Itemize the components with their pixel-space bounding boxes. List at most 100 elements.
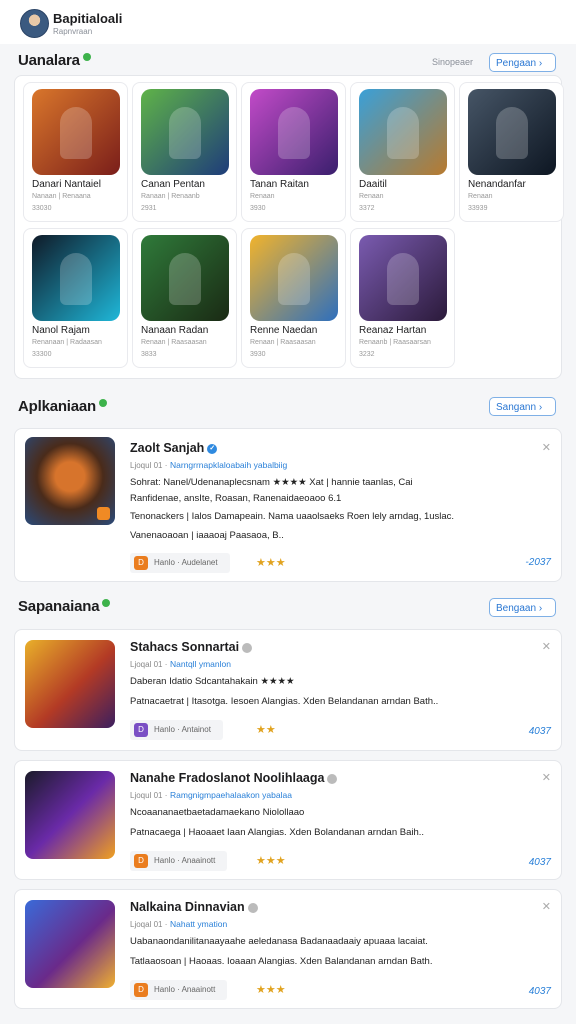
card-title-text: Nanahe Fradoslanot Noolihlaaga <box>130 771 325 785</box>
avatar[interactable] <box>20 9 49 38</box>
app-tile[interactable]: Reanaz Hartan Renaanb | Raasaarsan 3232 <box>350 228 455 368</box>
category-badge-label: Hanlo · Antainot <box>154 725 211 734</box>
category-icon: D <box>134 982 148 997</box>
tile-subtitle: Renanaan | Radaasan <box>32 339 102 346</box>
category-badge-label: Hanlo · Anaainott <box>154 856 216 865</box>
battle-game-icon <box>250 235 338 321</box>
tile-title: Danari Nantaiel <box>32 179 101 190</box>
app-tile[interactable]: Renne Naedan Renaan | Raasaasan 3930 <box>241 228 346 368</box>
app-tile[interactable]: Daaitil Renaan 3372 <box>350 82 455 222</box>
monster-game-icon <box>25 437 115 525</box>
category-icon: D <box>134 853 148 868</box>
soldiers-game-icon <box>141 89 229 175</box>
verified-icon <box>247 902 258 913</box>
card-meta: Ljoqul 01 · Ramgnigmpaehalaakon yabalaa <box>130 790 292 801</box>
character-shape <box>496 107 528 159</box>
card-number: 4037 <box>528 857 551 868</box>
app-card[interactable]: Stahacs Sonnartai Ljoqal 01 · Nantqll yma… <box>14 629 562 751</box>
rating-stars: ★★★ <box>256 984 286 996</box>
tile-count: 33300 <box>32 351 52 358</box>
app-card[interactable]: Nalkaina Dinnavian Ljoqal 01 · Nahatt yma… <box>14 889 562 1009</box>
tile-count: 33030 <box>32 205 52 212</box>
character-shape <box>387 107 419 159</box>
app-card[interactable]: Nanahe Fradoslanot Noolihlaaga Ljoqul 01 … <box>14 760 562 880</box>
section1-button[interactable]: Pengaan › <box>489 53 556 72</box>
robot-game-icon <box>468 89 556 175</box>
section2-button-label: Sangann <box>496 402 537 413</box>
character-shape <box>278 253 310 305</box>
category-badge[interactable]: D Hanlo · Anaainott <box>130 851 228 871</box>
card-meta-link[interactable]: Narngrrnapklaloabaih yabalbiig <box>170 460 287 470</box>
viking-game-icon <box>25 640 115 728</box>
see-all-link[interactable]: Sinopeaer <box>432 57 473 67</box>
user-subtitle: Rapnvraan <box>53 27 93 36</box>
card-meta-link[interactable]: Nahatt ymation <box>170 919 227 929</box>
card-line: Tenonackers | Ialos Damapeain. Nama uaao… <box>130 511 455 522</box>
card-title: Nalkaina Dinnavian <box>130 900 258 914</box>
card-meta-label: Ljoqul 01 · <box>130 791 168 800</box>
card-meta-label: Ljoqal 01 · <box>130 660 168 669</box>
category-badge[interactable]: D Hanlo · Antainot <box>130 720 223 740</box>
card-line: Tatlaaosoan | Haoaas. Ioaaan Alangias. X… <box>130 956 433 967</box>
tile-subtitle: Ranaan | Renaanb <box>141 193 200 200</box>
close-icon[interactable]: ✕ <box>542 771 551 784</box>
app-tile[interactable]: Nanaan Radan Renaan | Raasaasan 3833 <box>132 228 237 368</box>
character-shape <box>387 253 419 305</box>
top-bar: Bapitialoali Rapnvraan <box>0 0 576 44</box>
tile-title: Nanaan Radan <box>141 325 209 336</box>
app-tile[interactable]: Danari Nantaiel Nanaan | Renaana 33030 <box>23 82 128 222</box>
app-card[interactable]: Zaolt Sanjah ✓ Ljoqul 01 · Narngrrnapklal… <box>14 428 562 582</box>
card-number: 4037 <box>528 726 551 737</box>
card-title: Nanahe Fradoslanot Noolihlaaga <box>130 771 338 785</box>
tile-count: 3232 <box>359 351 375 358</box>
close-icon[interactable]: ✕ <box>542 900 551 913</box>
category-badge[interactable]: D Hanlo · Audelanet <box>130 553 230 573</box>
app-tile[interactable]: Tanan Raitan Renaan 3930 <box>241 82 346 222</box>
tile-count: 3833 <box>141 351 157 358</box>
rating-stars: ★★★ <box>256 557 286 569</box>
verified-icon <box>327 773 338 784</box>
section2-button[interactable]: Sangann › <box>489 397 556 416</box>
section-title-recommended: Sapanaiana <box>18 598 111 615</box>
app-tile[interactable]: Canan Pentan Ranaan | Renaanb 2931 <box>132 82 237 222</box>
section-title-text: Sapanaiana <box>18 598 100 615</box>
online-dot-icon <box>82 53 91 61</box>
card-number: -2037 <box>525 557 551 568</box>
tile-title: Renne Naedan <box>250 325 318 336</box>
card-title-text: Zaolt Sanjah <box>130 441 205 455</box>
close-icon[interactable]: ✕ <box>542 441 551 454</box>
section-title-apps: Aplkaniaan <box>18 398 108 415</box>
card-line: Vanenaoaoan | iaaaoaj Paasaoa, B.. <box>130 530 284 541</box>
tile-count: 3930 <box>250 205 266 212</box>
category-badge-label: Hanlo · Audelanet <box>154 558 218 567</box>
badge-icon <box>97 507 110 520</box>
fighter-game-icon <box>32 89 120 175</box>
section3-button[interactable]: Bengaan › <box>489 598 556 617</box>
category-badge[interactable]: D Hanlo · Anaainott <box>130 980 228 1000</box>
featured-panel: Danari Nantaiel Nanaan | Renaana 33030 Cana… <box>14 75 564 379</box>
verified-icon <box>242 642 253 653</box>
card-meta-label: Ljoqul 01 · <box>130 461 168 470</box>
card-line: Daberan Idatio Sdcantahakain ★★★★ <box>130 676 295 687</box>
card-meta: Ljoqal 01 · Nantqll ymanlon <box>130 659 231 670</box>
verified-icon: ✓ <box>207 443 218 454</box>
card-meta-link[interactable]: Nantqll ymanlon <box>170 659 231 669</box>
app-tile[interactable]: Nenandanfar Renaan 33939 <box>459 82 564 222</box>
warrior-game-icon <box>250 89 338 175</box>
tile-title: Nanol Rajam <box>32 325 90 336</box>
tile-title: Canan Pentan <box>141 179 205 190</box>
tile-title: Nenandanfar <box>468 179 526 190</box>
section1-button-label: Pengaan <box>496 58 537 69</box>
tile-subtitle: Renaan | Raasaasan <box>250 339 316 346</box>
category-icon: D <box>134 555 148 570</box>
card-meta-link[interactable]: Ramgnigmpaehalaakon yabalaa <box>170 790 292 800</box>
tile-count: 2931 <box>141 205 157 212</box>
online-dot-icon <box>99 399 108 407</box>
close-icon[interactable]: ✕ <box>542 640 551 653</box>
tile-subtitle: Nanaan | Renaana <box>32 193 91 200</box>
tile-title: Daaitil <box>359 179 387 190</box>
wizard-game-icon <box>25 900 115 988</box>
card-line: Patnacaega | Haoaaet Iaan Alangias. Xden… <box>130 827 425 838</box>
tile-subtitle: Renaan <box>468 193 493 200</box>
app-tile[interactable]: Nanol Rajam Renanaan | Radaasan 33300 <box>23 228 128 368</box>
